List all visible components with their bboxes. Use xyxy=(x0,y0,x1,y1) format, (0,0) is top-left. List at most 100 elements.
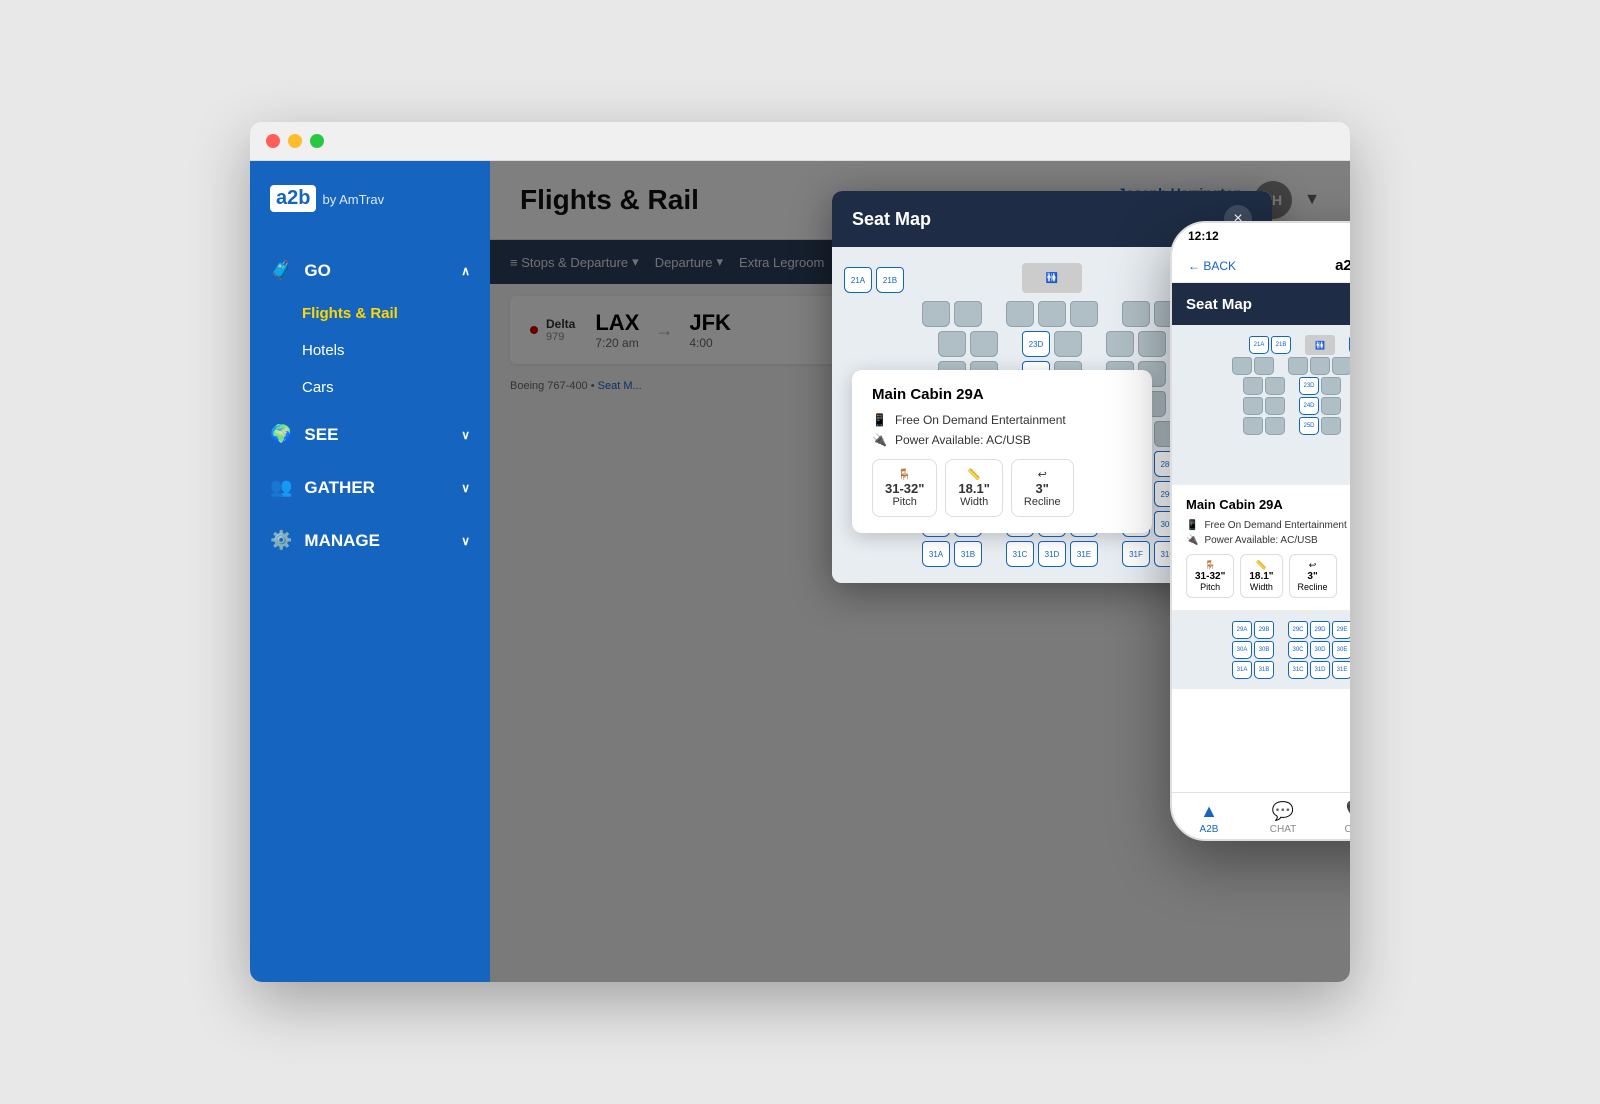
sidebar-logo: a2b by AmTrav xyxy=(250,161,490,236)
seat-23b[interactable] xyxy=(970,331,998,357)
phone-seat-24d[interactable]: 24D xyxy=(1299,397,1319,415)
seat-23a[interactable] xyxy=(938,331,966,357)
mobile-phone: 12:12 ▲ ))) 🔋 ← BACK a2b Seat Map × 21A xyxy=(1170,221,1350,841)
phone-seat-23d[interactable]: 23D xyxy=(1299,377,1319,395)
phone-tab-call[interactable]: 📞 CALL xyxy=(1320,801,1350,835)
seat-22e[interactable] xyxy=(1070,301,1098,327)
minimize-button[interactable] xyxy=(288,134,302,148)
go-chevron: ∧ xyxy=(461,264,470,278)
see-label: SEE xyxy=(304,425,338,445)
nav-section-gather-header[interactable]: 👥 GATHER ∨ xyxy=(250,463,490,512)
sidebar-nav: 🧳 GO ∧ Flights & Rail Hotels Cars 🌍 SE xyxy=(250,236,490,982)
phone-spec-recline: ↩ 3" Recline xyxy=(1289,554,1337,598)
nav-section-see-header[interactable]: 🌍 SEE ∨ xyxy=(250,410,490,459)
seat-22a[interactable] xyxy=(922,301,950,327)
maximize-button[interactable] xyxy=(310,134,324,148)
nav-section-go: 🧳 GO ∧ Flights & Rail Hotels Cars xyxy=(250,246,490,406)
phone-seat-map-content[interactable]: 21A 21B 🚻 21F 21G xyxy=(1172,325,1350,485)
go-label: GO xyxy=(304,261,330,281)
phone-seat-21a[interactable]: 21A xyxy=(1249,336,1269,354)
logo-byline: by AmTrav xyxy=(322,192,384,207)
sidebar-item-hotels[interactable]: Hotels xyxy=(250,332,490,369)
seat-21b[interactable]: 21B xyxy=(876,267,904,293)
go-icon: 🧳 xyxy=(270,260,292,281)
phone-popup-title: Main Cabin 29A xyxy=(1186,497,1283,512)
phone-row-23: 23D xyxy=(1180,377,1350,395)
seat-31c[interactable]: 31C xyxy=(1006,541,1034,567)
sidebar-item-cars[interactable]: Cars xyxy=(250,369,490,406)
a2b-tab-icon: ▲ xyxy=(1200,801,1218,822)
toilet-block: 🚻 xyxy=(1022,263,1082,293)
phone-spec-width: 📏 18.1" Width xyxy=(1240,554,1282,598)
pitch-icon: 🪑 xyxy=(898,469,912,481)
phone-width-value: 18.1" xyxy=(1249,571,1273,582)
phone-popup-specs: 🪑 31-32" Pitch 📏 18.1" Width ↩ 3" xyxy=(1186,554,1350,598)
seat-21a[interactable]: 21A xyxy=(844,267,872,293)
recline-icon: ↩ xyxy=(1038,469,1047,481)
phone-width-label: Width xyxy=(1249,582,1273,592)
width-value: 18.1" xyxy=(958,481,989,496)
browser-content: a2b by AmTrav 🧳 GO ∧ Flights & Rail Hot xyxy=(250,161,1350,982)
entertainment-text: Free On Demand Entertainment xyxy=(895,413,1066,427)
popup-specs: 🪑 31-32" Pitch 📏 18.1" Width ↩ 3" xyxy=(872,459,1132,517)
phone-toilet: 🚻 xyxy=(1305,335,1335,355)
phone-seat-21b[interactable]: 21B xyxy=(1271,336,1291,354)
phone-recline-icon: ↩ xyxy=(1309,560,1317,570)
logo-a2b: a2b xyxy=(270,185,316,212)
gather-chevron: ∨ xyxy=(461,481,470,495)
spec-recline: ↩ 3" Recline xyxy=(1011,459,1074,517)
width-label: Width xyxy=(958,496,989,508)
modal-title: Seat Map xyxy=(852,209,931,230)
nav-section-manage-header[interactable]: ⚙️ MANAGE ∨ xyxy=(250,516,490,565)
phone-seat-25d[interactable]: 25D xyxy=(1299,417,1319,435)
phone-width-icon: 📏 xyxy=(1256,560,1267,570)
main-content: Flights & Rail Joseph Harrington ATS Tra… xyxy=(490,161,1350,982)
phone-entertainment-text: Free On Demand Entertainment xyxy=(1204,520,1346,531)
entertainment-icon: 📱 xyxy=(872,413,887,427)
sidebar-item-flights-rail[interactable]: Flights & Rail xyxy=(250,295,490,332)
phone-pitch-label: Pitch xyxy=(1195,582,1225,592)
phone-entertainment-icon: 📱 xyxy=(1186,520,1198,531)
seat-23f[interactable] xyxy=(1106,331,1134,357)
phone-tab-a2b[interactable]: ▲ A2B xyxy=(1172,801,1246,835)
phone-row-31: 31A 31B 31C 31D 31E 31F 31G xyxy=(1180,661,1350,679)
popup-feature-entertainment: 📱 Free On Demand Entertainment xyxy=(872,413,1132,427)
phone-row-24: 24D xyxy=(1180,397,1350,415)
seat-22c[interactable] xyxy=(1006,301,1034,327)
seat-22f[interactable] xyxy=(1122,301,1150,327)
seat-31b[interactable]: 31B xyxy=(954,541,982,567)
phone-tab-bar: ▲ A2B 💬 CHAT 📞 CALL 👤 PROFILE xyxy=(1172,792,1350,839)
phone-seat-map-title: Seat Map xyxy=(1186,296,1252,313)
phone-recline-value: 3" xyxy=(1298,571,1328,582)
phone-row-21: 21A 21B 🚻 21F 21G xyxy=(1180,335,1350,355)
phone-spec-pitch: 🪑 31-32" Pitch xyxy=(1186,554,1234,598)
phone-back-arrow[interactable]: ← BACK xyxy=(1188,259,1236,273)
manage-icon: ⚙️ xyxy=(270,530,292,551)
seat-22b[interactable] xyxy=(954,301,982,327)
seat-info-popup: Main Cabin 29A 📱 Free On Demand Entertai… xyxy=(852,370,1152,533)
phone-app-name: a2b xyxy=(1335,257,1350,274)
seat-31f[interactable]: 31F xyxy=(1122,541,1150,567)
close-button[interactable] xyxy=(266,134,280,148)
seat-31a[interactable]: 31A xyxy=(922,541,950,567)
phone-seat-popup: Main Cabin 29A × 📱 Free On Demand Entert… xyxy=(1172,485,1350,611)
phone-tab-chat[interactable]: 💬 CHAT xyxy=(1246,801,1320,835)
phone-row-25: 25D xyxy=(1180,417,1350,435)
nav-section-go-header[interactable]: 🧳 GO ∧ xyxy=(250,246,490,295)
phone-seat-21f[interactable]: 21F xyxy=(1349,336,1350,354)
gather-icon: 👥 xyxy=(270,477,292,498)
phone-back-label: BACK xyxy=(1203,259,1236,273)
seat-22d[interactable] xyxy=(1038,301,1066,327)
seat-31e[interactable]: 31E xyxy=(1070,541,1098,567)
popup-title: Main Cabin 29A xyxy=(872,386,1132,403)
a2b-tab-label: A2B xyxy=(1200,824,1219,835)
seat-23d[interactable]: 23D xyxy=(1022,331,1050,357)
gather-label: GATHER xyxy=(304,478,375,498)
pitch-label: Pitch xyxy=(885,496,924,508)
seat-23e[interactable] xyxy=(1054,331,1082,357)
phone-bottom-seats[interactable]: 29A 29B 29C 29D 29E 29G 30A 30B xyxy=(1172,611,1350,689)
seat-23g[interactable] xyxy=(1138,331,1166,357)
width-icon: 📏 xyxy=(967,469,981,481)
phone-time: 12:12 xyxy=(1188,229,1219,243)
seat-31d[interactable]: 31D xyxy=(1038,541,1066,567)
